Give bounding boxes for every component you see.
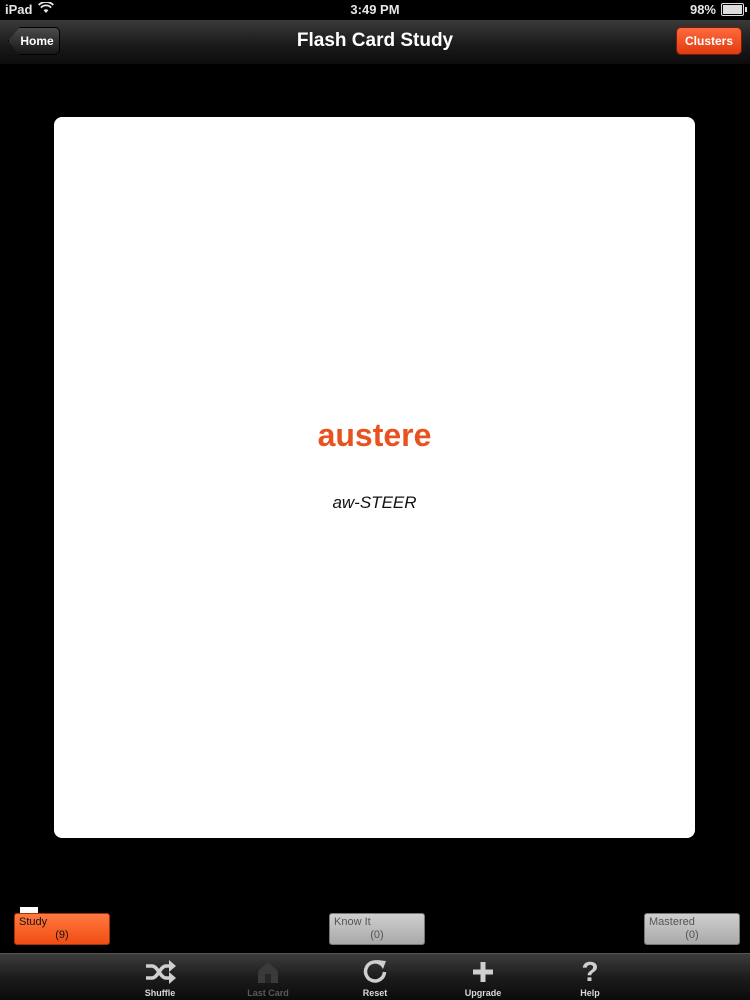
pile-label: Know It: [334, 916, 371, 928]
pile-label: Study: [19, 916, 48, 928]
tool-label: Help: [580, 988, 600, 998]
upgrade-button[interactable]: Upgrade: [445, 954, 521, 1000]
tool-label: Reset: [362, 988, 388, 998]
pile-count: (0): [685, 929, 699, 941]
bottom-toolbar: Shuffle Last Card Reset Upgrade ? Help: [0, 953, 750, 1000]
clusters-button[interactable]: Clusters: [676, 27, 742, 55]
shuffle-button[interactable]: Shuffle: [122, 954, 198, 1000]
tool-label: Last Card: [247, 988, 289, 998]
know-it-pile-button[interactable]: Know It (0): [329, 913, 425, 945]
status-bar: iPad 3:49 PM 98%: [0, 0, 750, 20]
help-icon: ?: [581, 956, 599, 987]
battery-icon: [721, 3, 747, 16]
reset-icon: [337, 958, 413, 986]
plus-icon: [445, 958, 521, 986]
pile-label: Mastered: [649, 916, 695, 928]
status-right: 98%: [689, 2, 747, 17]
flash-card[interactable]: austere aw-STEER: [54, 117, 695, 838]
study-pile-button[interactable]: Study (9): [14, 913, 110, 945]
last-card-icon: [230, 958, 306, 986]
mastered-pile-button[interactable]: Mastered (0): [644, 913, 740, 945]
battery-percent: 98%: [689, 2, 716, 17]
reset-button[interactable]: Reset: [337, 954, 413, 1000]
last-card-button[interactable]: Last Card: [230, 954, 306, 1000]
card-pronunciation: aw-STEER: [332, 493, 417, 512]
pile-count: (0): [370, 929, 384, 941]
page-title: Flash Card Study: [296, 30, 454, 51]
status-time: 3:49 PM: [350, 2, 400, 17]
navigation-bar: Home Flash Card Study Clusters: [0, 20, 750, 65]
tool-label: Upgrade: [464, 988, 502, 998]
flash-card-study-screen: iPad 3:49 PM 98% Home Flash Card Study C…: [0, 0, 750, 1000]
shuffle-icon: [122, 958, 198, 986]
pile-count: (9): [55, 929, 69, 941]
card-word: austere: [317, 417, 432, 453]
help-button[interactable]: ? Help: [552, 954, 628, 1000]
tool-label: Shuffle: [144, 988, 176, 998]
